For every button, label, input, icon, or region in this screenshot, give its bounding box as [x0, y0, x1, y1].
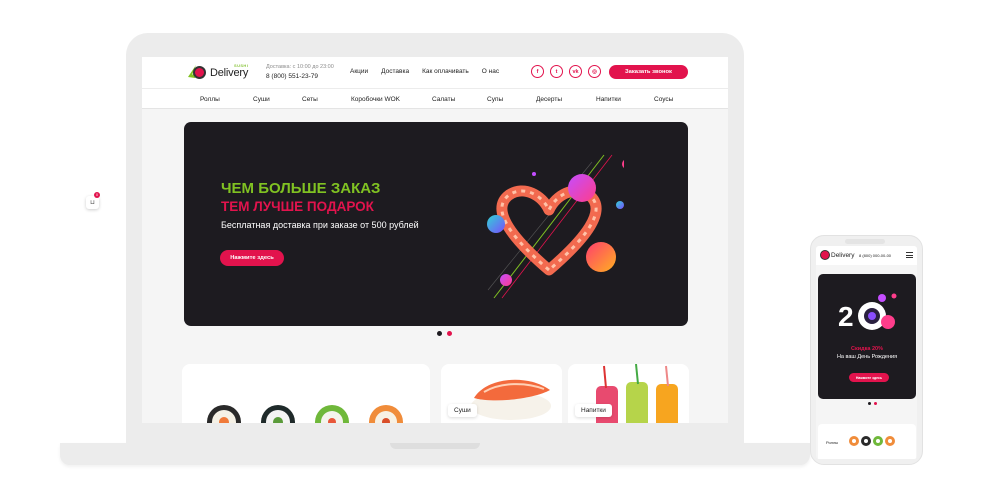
mobile-logo-mark[interactable]	[820, 250, 830, 260]
svg-text:2: 2	[838, 301, 854, 332]
laptop-notch	[390, 443, 480, 449]
category-wok[interactable]: Коробочки WOK	[351, 96, 400, 103]
twitter-icon[interactable]: t	[550, 65, 563, 78]
mobile-banner-headline: Скидка 20%	[851, 346, 883, 352]
category-card-rolls[interactable]	[182, 364, 430, 423]
mobile-slider-dot-active[interactable]	[874, 402, 877, 405]
banner-description: Бесплатная доставка при заказе от 500 ру…	[221, 220, 419, 230]
card-label-sushi: Суши	[448, 404, 477, 417]
site-header: SUSHI Delivery Доставка: с 10:00 до 23:0…	[142, 57, 728, 88]
phone-screen: Delivery 8 (800) 000-00-00 2 Скидка 20% …	[816, 246, 917, 459]
category-nav: Роллы Суши Сеты Коробочки WOK Салаты Суп…	[142, 88, 728, 109]
phone-speaker	[845, 239, 885, 244]
mobile-phone-number[interactable]: 8 (800) 000-00-00	[859, 253, 891, 258]
mobile-rolls-image	[849, 436, 895, 446]
banner-subheadline: ТЕМ ЛУЧШЕ ПОДАРОК	[221, 199, 374, 214]
instagram-icon[interactable]: ◎	[588, 65, 601, 78]
mobile-slider-dot[interactable]	[868, 402, 871, 405]
device-mockup-scene: SUSHI Delivery Доставка: с 10:00 до 23:0…	[0, 0, 1000, 491]
mobile-logo-text: Delivery	[831, 252, 855, 259]
sushi-image	[471, 379, 551, 420]
promo-banner: ЧЕМ БОЛЬШЕ ЗАКАЗ ТЕМ ЛУЧШЕ ПОДАРОК Беспл…	[184, 122, 688, 326]
category-sets[interactable]: Сеты	[302, 96, 318, 103]
rolls-image	[207, 405, 403, 423]
mobile-card-label: Роллы	[826, 440, 839, 445]
slider-dot[interactable]	[437, 331, 442, 336]
top-nav: Акции Доставка Как оплачивать О нас	[350, 68, 499, 75]
card-label-drinks: Напитки	[575, 404, 612, 417]
logo[interactable]: SUSHI Delivery	[186, 61, 252, 83]
category-sauces[interactable]: Соусы	[654, 96, 673, 103]
slider-dot-active[interactable]	[447, 331, 452, 336]
mobile-header: Delivery 8 (800) 000-00-00	[816, 246, 917, 265]
social-links: f t vk ◎	[531, 65, 601, 78]
mobile-promo-banner: 2 Скидка 20% На ваш День Рождения Нажмит…	[818, 274, 916, 399]
slider-dots	[437, 331, 452, 336]
facebook-icon[interactable]: f	[531, 65, 544, 78]
nav-about[interactable]: О нас	[482, 68, 499, 75]
birthday-plate-illustration: 2	[838, 293, 897, 332]
callback-button[interactable]: Заказать звонок	[609, 65, 688, 79]
banner-headline: ЧЕМ БОЛЬШЕ ЗАКАЗ	[221, 180, 381, 197]
category-rolls[interactable]: Роллы	[200, 96, 220, 103]
category-salads[interactable]: Салаты	[432, 96, 455, 103]
nav-payment[interactable]: Как оплачивать	[422, 68, 469, 75]
nav-promotions[interactable]: Акции	[350, 68, 368, 75]
banner-cta-button[interactable]: Нажмите здесь	[220, 250, 284, 266]
nav-delivery[interactable]: Доставка	[381, 68, 409, 75]
category-card-drinks[interactable]: Напитки	[568, 364, 689, 423]
laptop-screen: SUSHI Delivery Доставка: с 10:00 до 23:0…	[142, 57, 728, 423]
category-drinks[interactable]: Напитки	[596, 96, 621, 103]
hamburger-menu-icon[interactable]	[906, 252, 913, 258]
category-desserts[interactable]: Десерты	[536, 96, 562, 103]
shrimp-heart-illustration	[487, 154, 624, 299]
vk-icon[interactable]: vk	[569, 65, 582, 78]
cart-count-badge: 0	[94, 192, 100, 198]
phone-number[interactable]: 8 (800) 551-23-79	[266, 73, 318, 80]
category-soups[interactable]: Супы	[487, 96, 503, 103]
category-sushi[interactable]: Суши	[253, 96, 270, 103]
mobile-banner-cta-button[interactable]: Нажмите здесь	[849, 373, 889, 382]
mobile-banner-subheadline: На ваш День Рождения	[836, 354, 898, 360]
mobile-slider-dots	[868, 402, 877, 405]
logo-text: Delivery	[210, 67, 249, 79]
category-card-sushi[interactable]: Суши	[441, 364, 562, 423]
delivery-hours: Доставка: с 10:00 до 23:00	[266, 64, 334, 70]
mobile-category-card-rolls[interactable]: Роллы	[818, 424, 916, 459]
logo-mark	[193, 66, 206, 79]
